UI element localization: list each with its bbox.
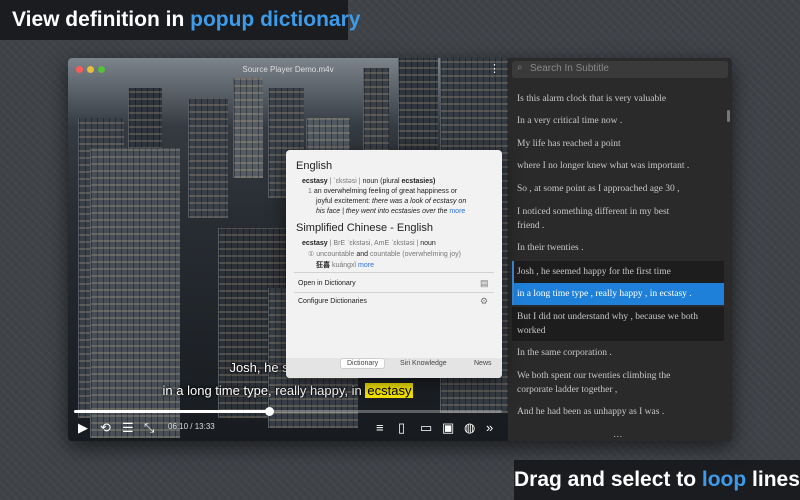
search-icon: ⌕ (517, 62, 523, 73)
settings-sliders-icon[interactable]: ☰ (122, 420, 134, 436)
tab-news[interactable]: News (474, 360, 492, 367)
subtitle-list-item[interactable]: But I did not understand why , because w… (512, 307, 724, 324)
part-of-speech: noun (362, 178, 379, 185)
pronunciation: | ˈɛkstəsi | (329, 178, 361, 185)
zh-pronunciation: | BrE ˈɛkstəsi, AmE ˈɛkstəsi | (329, 240, 419, 247)
time-display: 06:10 / 13:33 (168, 422, 215, 431)
banner-top: View definition in popup dictionary (0, 0, 360, 40)
banner-bottom-highlight: loop (701, 468, 747, 491)
progress-knob[interactable] (264, 407, 274, 416)
zh-part-of-speech: noun (420, 240, 436, 247)
total-time: 13:33 (194, 422, 215, 431)
subtitle-list-icon[interactable]: ≡ (376, 420, 384, 436)
subtitle-search-input[interactable]: ⌕ Search In Subtitle (512, 61, 728, 78)
zh-sense-line: ① uncountable and countable (overwhelmin… (308, 250, 461, 258)
subtitle-list-item[interactable]: corporate ladder together , (512, 383, 724, 397)
dictionary-section-english: English (296, 160, 333, 172)
selected-word[interactable]: ecstasy (365, 383, 414, 398)
dictionary-section-chinese: Simplified Chinese - English (296, 222, 433, 234)
banner-top-highlight: popup dictionary (190, 8, 361, 31)
subtitle-list-item[interactable]: Josh , he seemed happy for the first tim… (512, 261, 724, 283)
subtitle-sidebar: ⌕ Search In Subtitle Is this alarm clock… (508, 58, 732, 441)
zh-headword: ecstasy (302, 240, 328, 247)
more-link[interactable]: more (449, 208, 465, 215)
current-time: 06:10 (168, 422, 189, 431)
zh-and: and (356, 251, 369, 258)
definition-text: an overwhelming feeling of great happine… (313, 188, 458, 195)
subtitle-list-item[interactable]: worked (512, 324, 724, 341)
separator (294, 272, 494, 273)
forward-icon[interactable]: » (486, 420, 493, 436)
plural-label: (plural (380, 178, 400, 185)
subtitle-list-item[interactable]: In a very critical time now . (512, 114, 724, 128)
definition-text: joyful excitement: (316, 198, 371, 205)
example-text: there was a look of ecstasy on (372, 198, 467, 205)
gear-icon[interactable]: ⚙ (480, 296, 488, 307)
building (188, 98, 228, 218)
subtitle-list-item[interactable]: And he had been as unhappy as I was . (512, 405, 724, 419)
subtitle-list-item[interactable]: So , at some point as I approached age 3… (512, 182, 724, 196)
subtitle-list-item[interactable]: In the same corporation . (512, 346, 724, 360)
subtitle-list-item[interactable]: where I no longer knew what was importan… (512, 159, 724, 173)
zh-sense: ① uncountable (308, 251, 355, 258)
banner-top-prefix: View definition in (12, 8, 191, 31)
search-placeholder: Search In Subtitle (530, 63, 609, 74)
zh-translation-line: 狂喜 kuángxǐ more (316, 260, 374, 270)
zh-headword-line: ecstasy | BrE ˈɛkstəsi, AmE ˈɛkstəsi | n… (302, 240, 436, 247)
archive-icon[interactable]: ▭ (420, 420, 432, 436)
building (233, 78, 263, 178)
separator (294, 292, 494, 293)
progress-bar[interactable] (74, 407, 502, 416)
building (363, 68, 389, 158)
scrollbar[interactable] (727, 110, 730, 122)
banner-bottom-suffix: lines (746, 468, 800, 491)
play-icon[interactable]: ▶ (78, 420, 88, 436)
subtitle-list-item-selected[interactable]: in a long time type , really happy , in … (512, 283, 724, 305)
window-title: Source Player Demo.m4v (242, 65, 334, 74)
subtitle-list-item[interactable]: We both spent our twenties climbing the (512, 369, 724, 383)
tab-siri-knowledge[interactable]: Siri Knowledge (400, 360, 447, 367)
zh-translation: 狂喜 (316, 262, 330, 269)
player-controls: ▶ ⟲ ☰ ⤡ 06:10 / 13:33 ≡ ▯ ▭ ▣ ◍ » (68, 418, 508, 440)
subtitle-list-item[interactable]: friend . (512, 219, 724, 233)
example-text: his face | they went into ecstasies over… (316, 208, 448, 215)
banner-bottom: Drag and select to loop lines (514, 460, 800, 500)
tab-dictionary[interactable]: Dictionary (340, 358, 386, 369)
zh-more-link[interactable]: more (358, 262, 374, 269)
zh-countable: countable (overwhelming joy) (369, 251, 462, 258)
dictionary-app-icon[interactable]: ▤ (480, 278, 489, 289)
definition-line-1: 1 an overwhelming feeling of great happi… (308, 188, 457, 195)
zh-pinyin: kuángxǐ (331, 262, 357, 269)
headword: ecstasy (302, 178, 328, 185)
subtitle-list-item[interactable]: Is this alarm clock that is very valuabl… (512, 92, 724, 106)
dictionary-popup: English ecstasy | ˈɛkstəsi | noun (plura… (286, 150, 502, 378)
open-in-dictionary-button[interactable]: Open in Dictionary (298, 280, 356, 287)
subtitle-list-item[interactable]: My life has reached a point (512, 137, 724, 151)
progress-fill (74, 410, 269, 413)
dictionary-icon[interactable]: ▯ (398, 420, 405, 436)
definition-line-3: his face | they went into ecstasies over… (316, 208, 465, 215)
definition-line-2: joyful excitement: there was a look of e… (316, 198, 466, 205)
fullscreen-exit-icon[interactable]: ⤡ (144, 420, 154, 436)
loop-icon[interactable]: ⟲ (100, 420, 111, 436)
more-indicator: … (613, 430, 623, 440)
configure-dictionaries-button[interactable]: Configure Dictionaries (298, 298, 367, 305)
entry-headword-line: ecstasy | ˈɛkstəsi | noun (plural ecstas… (302, 178, 435, 185)
subtitle-text[interactable]: in a long time type, really happy, in (163, 383, 366, 398)
subtitle-list-item[interactable]: In their twenties . (512, 241, 724, 255)
sense-number: 1 (308, 188, 312, 195)
subtitle-list-item[interactable]: I noticed something different in my best (512, 205, 724, 219)
screen-icon[interactable]: ▣ (442, 420, 454, 436)
more-menu-icon[interactable]: ⋮ (489, 62, 500, 75)
banner-bottom-prefix: Drag and select to (514, 468, 702, 491)
globe-icon[interactable]: ◍ (464, 420, 475, 436)
subtitle-line-2[interactable]: in a long time type, really happy, in ec… (68, 383, 508, 398)
plural-form: ecstasies) (401, 178, 436, 185)
